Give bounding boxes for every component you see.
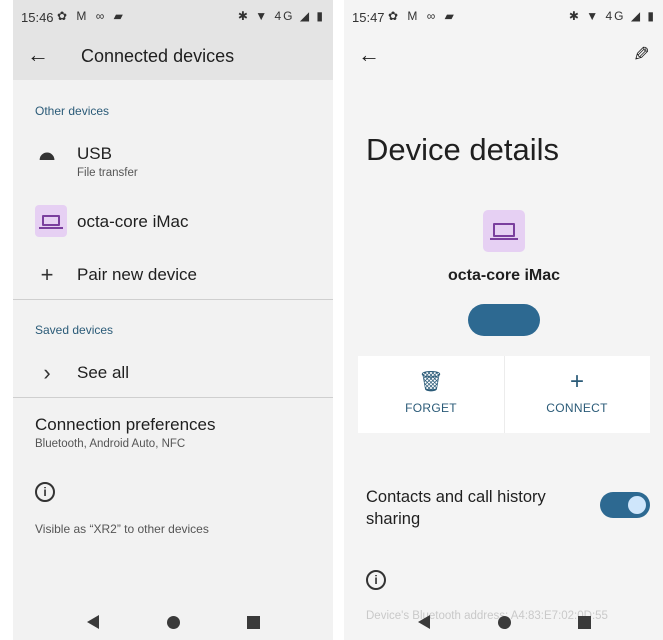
divider <box>13 299 333 300</box>
forget-button[interactable]: 🗑 FORGET <box>358 356 504 433</box>
laptop-icon <box>483 210 525 252</box>
connect-button[interactable]: + CONNECT <box>504 356 650 433</box>
notification-icons: ✿ M ∞ ▰ <box>388 9 457 23</box>
nav-home-icon[interactable] <box>498 616 511 629</box>
page-title: Connected devices <box>81 46 235 66</box>
status-time: 15:47 <box>352 10 385 25</box>
preferences-title: Connection preferences <box>35 415 216 434</box>
connect-status-button[interactable] <box>468 304 540 336</box>
connect-label: CONNECT <box>546 401 608 415</box>
device-name: octa-core iMac <box>447 267 561 284</box>
visible-as-text: Visible as “XR2” to other devices <box>35 522 209 536</box>
preferences-subtitle: Bluetooth, Android Auto, NFC <box>35 438 186 450</box>
usb-subtitle: File transfer <box>77 167 138 179</box>
system-status-icons: ✱ ▼ 4G ◢ ▮ <box>237 9 325 23</box>
plus-icon: + <box>40 262 54 287</box>
app-bar: ← Connected devices <box>13 32 333 80</box>
status-bar: 15:46 ✿ M ∞ ▰ ✱ ▼ 4G ◢ ▮ <box>13 0 333 32</box>
status-bar: 15:47 ✿ M ∞ ▰ ✱ ▼ 4G ◢ ▮ <box>344 0 663 32</box>
nav-back-icon[interactable] <box>418 615 430 629</box>
nav-back-icon[interactable] <box>87 615 99 629</box>
navigation-bar <box>13 604 333 640</box>
notification-icons: ✿ M ∞ ▰ <box>57 9 126 23</box>
connected-devices-screen: 15:46 ✿ M ∞ ▰ ✱ ▼ 4G ◢ ▮ ← Connected dev… <box>13 0 333 640</box>
nav-recents-icon[interactable] <box>247 616 260 629</box>
system-status-icons: ✱ ▼ 4G ◢ ▮ <box>568 9 656 23</box>
laptop-icon <box>35 205 67 237</box>
plus-icon: + <box>569 368 584 395</box>
pair-title: Pair new device <box>77 265 198 284</box>
trash-icon: 🗑 <box>418 371 444 393</box>
section-header-saved-devices: Saved devices <box>35 323 114 337</box>
section-header-other-devices: Other devices <box>35 104 110 118</box>
usb-title: USB <box>77 144 112 163</box>
forget-label: FORGET <box>405 401 457 415</box>
back-arrow-icon[interactable]: ← <box>27 42 49 68</box>
device-title: octa-core iMac <box>77 212 189 231</box>
toggle-knob <box>628 496 646 514</box>
edit-pencil-icon[interactable]: ✎ <box>633 42 650 67</box>
chevron-right-icon: › <box>43 360 51 385</box>
contacts-sharing-toggle[interactable] <box>600 492 650 518</box>
navigation-bar <box>344 604 663 640</box>
nav-recents-icon[interactable] <box>578 616 591 629</box>
usb-icon: ⯊ <box>39 150 55 172</box>
status-time: 15:46 <box>21 10 54 25</box>
info-icon: i <box>35 482 55 502</box>
page-title: Device details <box>366 132 559 167</box>
nav-home-icon[interactable] <box>167 616 180 629</box>
divider <box>13 397 333 398</box>
contacts-sharing-label: Contacts and call history sharing <box>366 488 546 528</box>
action-buttons: 🗑 FORGET + CONNECT <box>358 356 650 433</box>
back-arrow-icon[interactable]: ← <box>358 42 380 68</box>
see-all-title: See all <box>77 363 129 382</box>
device-details-screen: 15:47 ✿ M ∞ ▰ ✱ ▼ 4G ◢ ▮ ← ✎ Device deta… <box>344 0 663 640</box>
info-icon: i <box>366 570 386 590</box>
